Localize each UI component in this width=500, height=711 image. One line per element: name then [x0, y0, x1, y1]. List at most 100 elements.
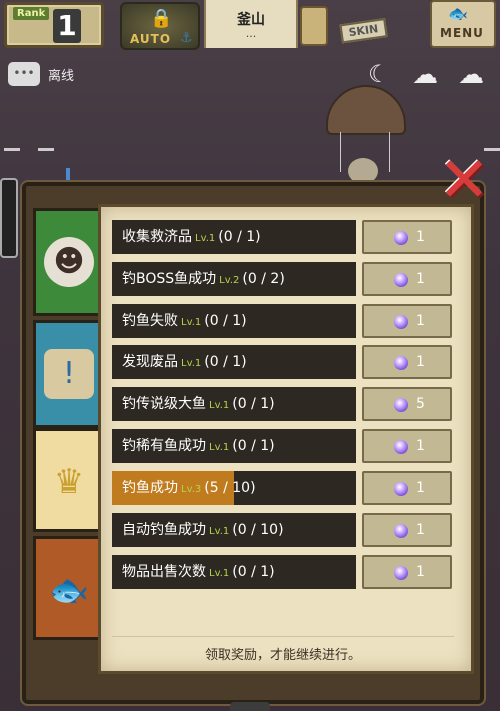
crown-icon: ♛: [53, 462, 85, 502]
gem-icon: [394, 440, 408, 454]
gem-icon: [394, 315, 408, 329]
quest-text: 物品出售次数 Lv.1 (0 / 1): [122, 555, 275, 589]
reward-button[interactable]: 1: [362, 429, 452, 463]
quest-name: 收集救济品: [122, 229, 192, 245]
tab-achievements[interactable]: ♛: [33, 428, 99, 532]
quest-progress-bar: 钓鱼失败 Lv.1 (0 / 1): [112, 304, 356, 338]
rank-label: Rank: [13, 7, 50, 20]
quest-row: 收集救济品 Lv.1 (0 / 1) 1: [112, 220, 454, 254]
quest-progress: (0 / 1): [232, 564, 275, 580]
quest-row: 钓鱼成功 Lv.3 (5 / 10) 1: [112, 471, 454, 505]
quest-progress-bar: 钓传说级大鱼 Lv.1 (0 / 1): [112, 387, 356, 421]
quest-level: Lv.1: [209, 400, 230, 411]
quest-progress-bar: 自动钓鱼成功 Lv.1 (0 / 10): [112, 513, 356, 547]
rank-card[interactable]: Rank 1: [4, 2, 104, 48]
quest-progress: (0 / 1): [204, 313, 247, 329]
reward-button[interactable]: 1: [362, 471, 452, 505]
quest-progress: (0 / 1): [232, 438, 275, 454]
divider: [4, 148, 20, 151]
chat-icon[interactable]: •••: [8, 62, 40, 86]
quest-row: 钓鱼失败 Lv.1 (0 / 1) 1: [112, 304, 454, 338]
lock-icon: 🔒: [150, 8, 173, 29]
reward-value: 1: [416, 271, 425, 287]
skin-button[interactable]: SKIN: [328, 0, 417, 51]
quest-progress-bar: 钓稀有鱼成功 Lv.1 (0 / 1): [112, 429, 356, 463]
quest-progress-bar: 收集救济品 Lv.1 (0 / 1): [112, 220, 356, 254]
menu-button[interactable]: 🐟 MENU: [430, 0, 496, 48]
top-hud: Rank 1 🔒 AUTO ⚓ 釜山 ... SKIN 🐟 MENU: [0, 0, 500, 56]
quest-level: Lv.1: [209, 526, 230, 537]
weather-icon[interactable]: ☁: [458, 60, 484, 90]
quest-row: 自动钓鱼成功 Lv.1 (0 / 10) 1: [112, 513, 454, 547]
close-icon: ✕: [438, 143, 490, 216]
reward-button[interactable]: 1: [362, 262, 452, 296]
quest-progress: (0 / 1): [232, 396, 275, 412]
reward-button[interactable]: 1: [362, 304, 452, 338]
tab-quests[interactable]: !: [33, 320, 99, 428]
quest-text: 钓鱼失败 Lv.1 (0 / 1): [122, 304, 247, 338]
reward-button[interactable]: 1: [362, 220, 452, 254]
fish-collection-icon: 🐟: [49, 571, 89, 609]
quest-name: 钓BOSS鱼成功: [122, 271, 217, 287]
menu-label: MENU: [440, 26, 484, 40]
reward-value: 1: [416, 480, 425, 496]
quest-text: 钓鱼成功 Lv.3 (5 / 10): [122, 471, 256, 505]
gem-icon: [394, 231, 408, 245]
quest-level: Lv.1: [209, 568, 230, 579]
gem-icon: [394, 482, 408, 496]
quest-level: Lv.1: [209, 442, 230, 453]
location-box: 釜山 ...: [204, 0, 298, 48]
rank-value: 1: [53, 9, 81, 43]
quest-progress-bar: 物品出售次数 Lv.1 (0 / 1): [112, 555, 356, 589]
reward-value: 5: [416, 396, 425, 412]
footer-divider: [112, 636, 454, 637]
gem-icon: [394, 524, 408, 538]
quest-progress-bar: 钓BOSS鱼成功 Lv.2 (0 / 2): [112, 262, 356, 296]
location-sub: ...: [245, 27, 257, 40]
tab-character[interactable]: ☻: [33, 208, 99, 316]
cloud-upload-icon[interactable]: ☁: [412, 60, 438, 90]
quest-scroll-icon: !: [44, 349, 94, 399]
close-button[interactable]: ✕: [432, 143, 496, 216]
character-sprite: [230, 702, 270, 711]
quest-level: Lv.1: [181, 317, 202, 328]
gem-icon: [394, 398, 408, 412]
footer-hint: 领取奖励，才能继续进行。: [204, 648, 361, 663]
quest-text: 自动钓鱼成功 Lv.1 (0 / 10): [122, 513, 284, 547]
auto-label: AUTO: [130, 32, 172, 46]
quest-level: Lv.1: [181, 358, 202, 369]
quest-row: 钓稀有鱼成功 Lv.1 (0 / 1) 1: [112, 429, 454, 463]
reward-button[interactable]: 1: [362, 513, 452, 547]
quest-text: 收集救济品 Lv.1 (0 / 1): [122, 220, 261, 254]
location-name: 釜山: [237, 12, 265, 28]
quest-level: Lv.3: [181, 484, 202, 495]
quest-name: 钓稀有鱼成功: [122, 438, 206, 454]
quest-level: Lv.1: [195, 233, 216, 244]
quest-name: 自动钓鱼成功: [122, 522, 206, 538]
reward-button[interactable]: 5: [362, 387, 452, 421]
gem-icon: [394, 356, 408, 370]
quest-text: 钓稀有鱼成功 Lv.1 (0 / 1): [122, 429, 275, 463]
gem-icon: [394, 273, 408, 287]
parachute-supply: [326, 85, 406, 135]
reward-button[interactable]: 1: [362, 555, 452, 589]
quest-progress: (5 / 10): [204, 480, 256, 496]
quest-text: 发现废品 Lv.1 (0 / 1): [122, 345, 247, 379]
reward-button[interactable]: 1: [362, 345, 452, 379]
quest-progress: (0 / 2): [242, 271, 285, 287]
quest-name: 发现废品: [122, 354, 178, 370]
reward-value: 1: [416, 564, 425, 580]
reward-value: 1: [416, 229, 425, 245]
quest-progress: (0 / 1): [218, 229, 261, 245]
quest-name: 物品出售次数: [122, 564, 206, 580]
reward-value: 1: [416, 354, 425, 370]
quest-progress: (0 / 10): [232, 522, 284, 538]
reward-value: 1: [416, 522, 425, 538]
quest-row: 钓BOSS鱼成功 Lv.2 (0 / 2) 1: [112, 262, 454, 296]
gem-icon: [394, 566, 408, 580]
skin-label: SKIN: [339, 18, 388, 44]
moon-icon[interactable]: ☾: [368, 60, 390, 88]
scroll-icon[interactable]: [300, 6, 328, 46]
quest-progress-bar: 发现废品 Lv.1 (0 / 1): [112, 345, 356, 379]
tab-collection[interactable]: 🐟: [33, 536, 99, 640]
